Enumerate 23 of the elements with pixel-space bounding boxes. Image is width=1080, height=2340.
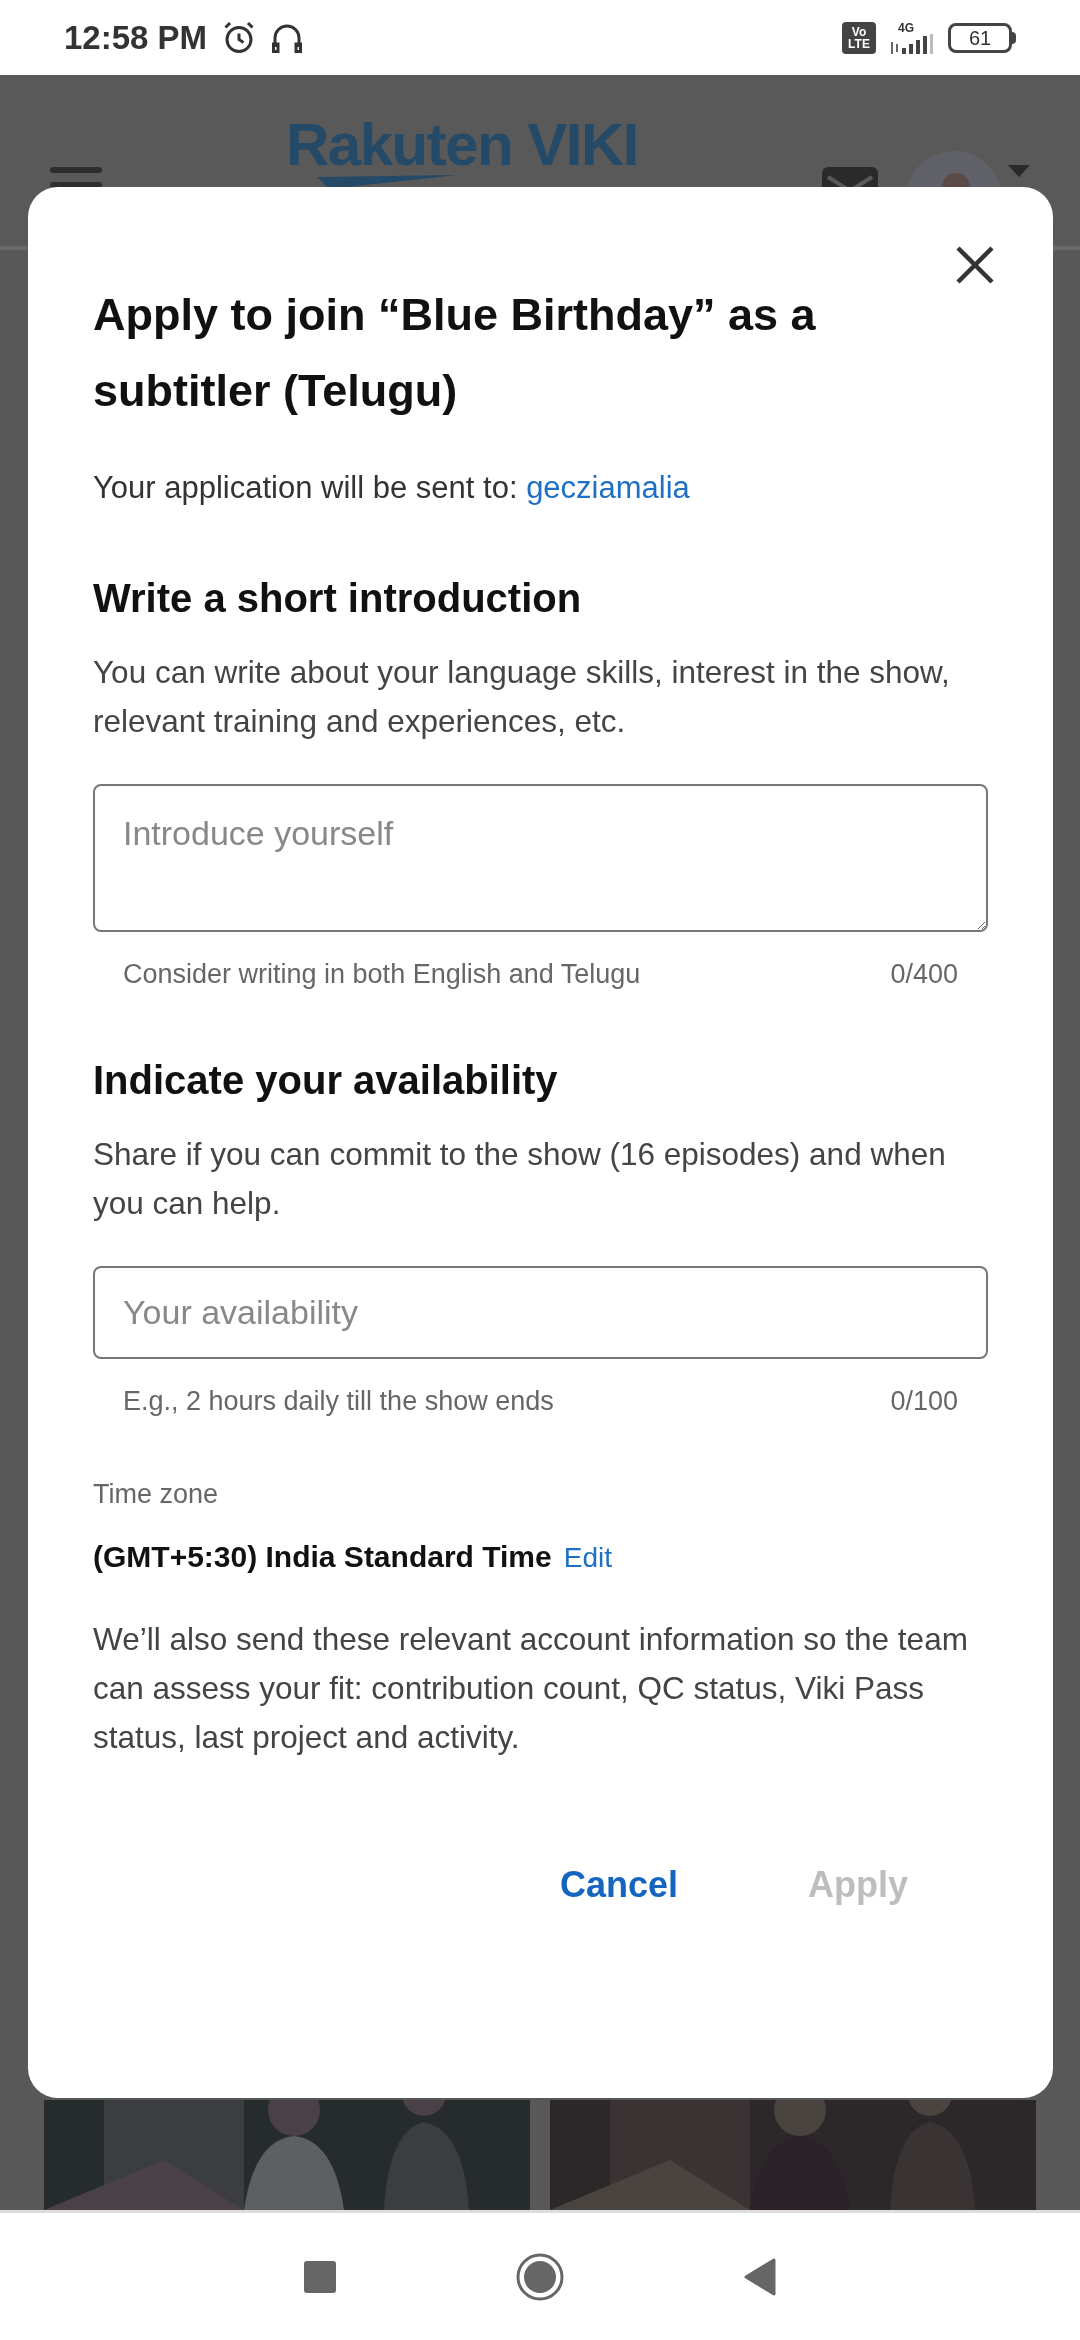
recipient-text: Your application will be sent to: gecziamalia — [93, 469, 691, 507]
time-zone-value: (GMT+5:30) India Standard Time — [93, 1539, 552, 1575]
recipient-link[interactable]: gecziamalia — [526, 470, 690, 505]
info-paragraph: We’ll also send these relevant account information so the team can assess your fit: contribution count, QC status, Viki Pass status, last project and activity. — [93, 1620, 969, 1757]
character-counter: 0/400 — [890, 957, 958, 991]
section-heading: Write a short introduction — [93, 574, 583, 622]
section-description: Share if you can commit to the show (16 episodes) and when you can help. — [93, 1135, 947, 1223]
volte-text: Vo — [851, 25, 867, 38]
section-heading: Indicate your availability — [93, 1057, 559, 1104]
input-field[interactable]: Your availability — [93, 1266, 988, 1359]
dialog-title: Apply to join “Blue Birthday” as a subtitler (Telugu) — [93, 288, 817, 418]
volte-text: LTE — [848, 37, 870, 50]
field-hint: Consider writing in both English and Telugu — [123, 957, 641, 991]
cancel-button[interactable]: Cancel — [529, 1842, 708, 1928]
edit-link[interactable]: Edit — [563, 1537, 612, 1579]
section-description: You can write about your language skills, interest in the show, relevant training and experiences, etc. — [93, 652, 951, 741]
time-zone-label: Time zone — [93, 1477, 220, 1511]
network-type: 4G — [898, 21, 914, 34]
field-hint: E.g., 2 hours daily till the show ends — [123, 1385, 554, 1418]
clock-time: 12:58 PM — [64, 17, 208, 58]
battery-level: 61 — [968, 27, 992, 48]
text-area[interactable]: Introduce yourself — [93, 783, 988, 932]
character-counter: 0/100 — [890, 1385, 958, 1418]
